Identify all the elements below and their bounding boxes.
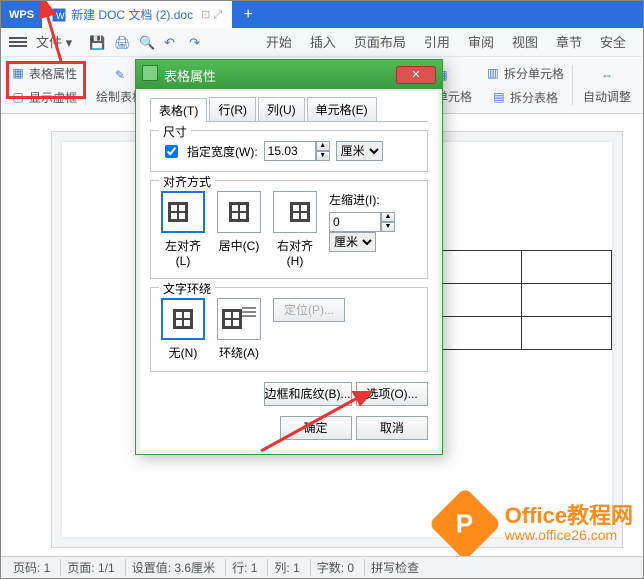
width-unit-select[interactable]: 厘米 [336,141,383,161]
spin-up-icon[interactable]: ▲ [381,212,395,222]
new-tab-button[interactable]: + [233,6,263,24]
options-button[interactable]: 选项(O)... [356,382,428,406]
titlebar: WPS W 新建 DOC 文档 (2).doc ⊡ ⤢ + [1,1,643,28]
table-properties-dialog: 表格属性 ✕ 表格(T) 行(R) 列(U) 单元格(E) 尺寸 指定宽度(W)… [135,59,443,455]
dialog-icon [142,65,158,81]
align-left-option[interactable]: 左对齐(L) [161,191,205,268]
statusbar: 页码: 1 页面: 1/1 设置值: 3.6厘米 行: 1 列: 1 字数: 0… [1,556,643,578]
hamburger-icon[interactable] [9,35,27,49]
menu-view[interactable]: 视图 [503,28,547,57]
doc-icon: W [52,8,66,22]
align-center-label: 居中(C) [217,237,261,254]
indent-label: 左缩进(I): [329,191,417,208]
table-properties-icon: ▦ [11,66,25,80]
dialog-close-button[interactable]: ✕ [396,66,436,84]
document-table[interactable] [431,250,612,350]
width-spinbox[interactable]: ▲▼ [264,141,330,161]
align-right-label: 右对齐(H) [273,237,317,268]
print-icon[interactable]: 🖨 [114,35,129,50]
save-icon[interactable]: 💾 [89,35,104,50]
tab-extra-icon: ⊡ ⤢ [201,8,222,22]
align-right-option[interactable]: 右对齐(H) [273,191,317,268]
split-table-icon: ▤ [492,90,506,104]
auto-adjust-button[interactable]: ⇔ 自动调整 [575,61,639,109]
cancel-button[interactable]: 取消 [356,416,428,440]
spin-down-icon[interactable]: ▼ [316,151,330,161]
wrap-legend: 文字环绕 [159,280,215,297]
redo-icon[interactable]: ↷ [189,35,204,50]
show-frame-button[interactable]: ▢ 显示虚框 [5,85,83,109]
position-button: 定位(P)... [273,298,345,322]
align-left-label: 左对齐(L) [161,237,205,268]
table-properties-label: 表格属性 [29,65,77,82]
app-logo: WPS [1,9,42,21]
wrap-none-option[interactable]: 无(N) [161,298,205,361]
size-legend: 尺寸 [159,123,191,140]
menu-layout[interactable]: 页面布局 [345,28,415,57]
dialog-title: 表格属性 [164,69,216,84]
wrap-none-label: 无(N) [161,344,205,361]
align-center-option[interactable]: 居中(C) [217,191,261,254]
document-tab-label: 新建 DOC 文档 (2).doc [71,6,193,23]
menu-chapter[interactable]: 章节 [547,28,591,57]
brand-title: Office教程网 [505,504,633,528]
status-col[interactable]: 列: 1 [267,559,305,576]
spin-up-icon[interactable]: ▲ [316,141,330,151]
status-pages[interactable]: 页面: 1/1 [60,559,120,576]
show-frame-icon: ▢ [11,90,25,104]
svg-text:W: W [56,11,65,21]
align-legend: 对齐方式 [159,173,215,190]
draw-table-icon: ✎ [110,65,130,85]
split-cells-icon: ▥ [486,66,500,80]
align-fieldset: 对齐方式 左对齐(L) 居中(C) 右对齐(H) 左缩 [150,180,428,279]
wrap-fieldset: 文字环绕 无(N) 环绕(A) 定位(P)... [150,287,428,372]
split-table-label: 拆分表格 [510,89,558,106]
document-tab[interactable]: W 新建 DOC 文档 (2).doc ⊡ ⤢ [42,1,233,28]
status-spell[interactable]: 拼写检查 [364,559,425,576]
brand-icon: P [428,487,502,561]
indent-input[interactable] [329,212,381,232]
spin-down-icon[interactable]: ▼ [381,222,395,232]
width-checkbox[interactable] [165,145,178,158]
menu-start[interactable]: 开始 [257,28,301,57]
status-row[interactable]: 行: 1 [225,559,263,576]
width-input[interactable] [264,141,316,161]
menu-review[interactable]: 审阅 [459,28,503,57]
border-shading-button[interactable]: 边框和底纹(B)... [264,382,352,406]
tab-row[interactable]: 行(R) [209,97,256,121]
split-cells-label: 拆分单元格 [504,65,564,82]
menu-insert[interactable]: 插入 [301,28,345,57]
tab-table[interactable]: 表格(T) [150,98,207,122]
size-fieldset: 尺寸 指定宽度(W): ▲▼ 厘米 [150,130,428,172]
menu-reference[interactable]: 引用 [415,28,459,57]
brand-url: www.office26.com [505,528,633,543]
tab-col[interactable]: 列(U) [258,97,305,121]
split-cells-button[interactable]: ▥ 拆分单元格 [480,61,570,85]
status-setwidth[interactable]: 设置值: 3.6厘米 [125,559,221,576]
wrap-around-option[interactable]: 环绕(A) [217,298,261,361]
split-table-button[interactable]: ▤ 拆分表格 [480,85,570,109]
dialog-tabs: 表格(T) 行(R) 列(U) 单元格(E) [150,97,428,122]
auto-adjust-label: 自动调整 [583,88,631,105]
indent-unit-select[interactable]: 厘米 [329,232,376,252]
preview-icon[interactable]: 🔍 [139,35,154,50]
menu-security[interactable]: 安全 [591,28,635,57]
indent-spinbox[interactable]: ▲▼ [329,212,395,232]
wrap-around-label: 环绕(A) [217,344,261,361]
brand-logo: P Office教程网 www.office26.com [439,498,633,550]
table-properties-button[interactable]: ▦ 表格属性 [5,61,83,85]
quick-access-toolbar: 💾 🖨 🔍 ↶ ↷ [89,35,204,50]
menubar: 文件 ▾ 💾 🖨 🔍 ↶ ↷ 开始 插入 页面布局 引用 审阅 视图 章节 安全 [1,28,643,57]
show-frame-label: 显示虚框 [29,89,77,106]
status-chars[interactable]: 字数: 0 [310,559,360,576]
tab-cell[interactable]: 单元格(E) [307,97,377,121]
undo-icon[interactable]: ↶ [164,35,179,50]
file-menu[interactable]: 文件 ▾ [27,28,81,57]
auto-adjust-icon: ⇔ [597,65,617,85]
width-label: 指定宽度(W): [187,143,258,160]
status-page[interactable]: 页码: 1 [7,559,56,576]
ok-button[interactable]: 确定 [280,416,352,440]
dialog-titlebar[interactable]: 表格属性 ✕ [136,60,442,89]
